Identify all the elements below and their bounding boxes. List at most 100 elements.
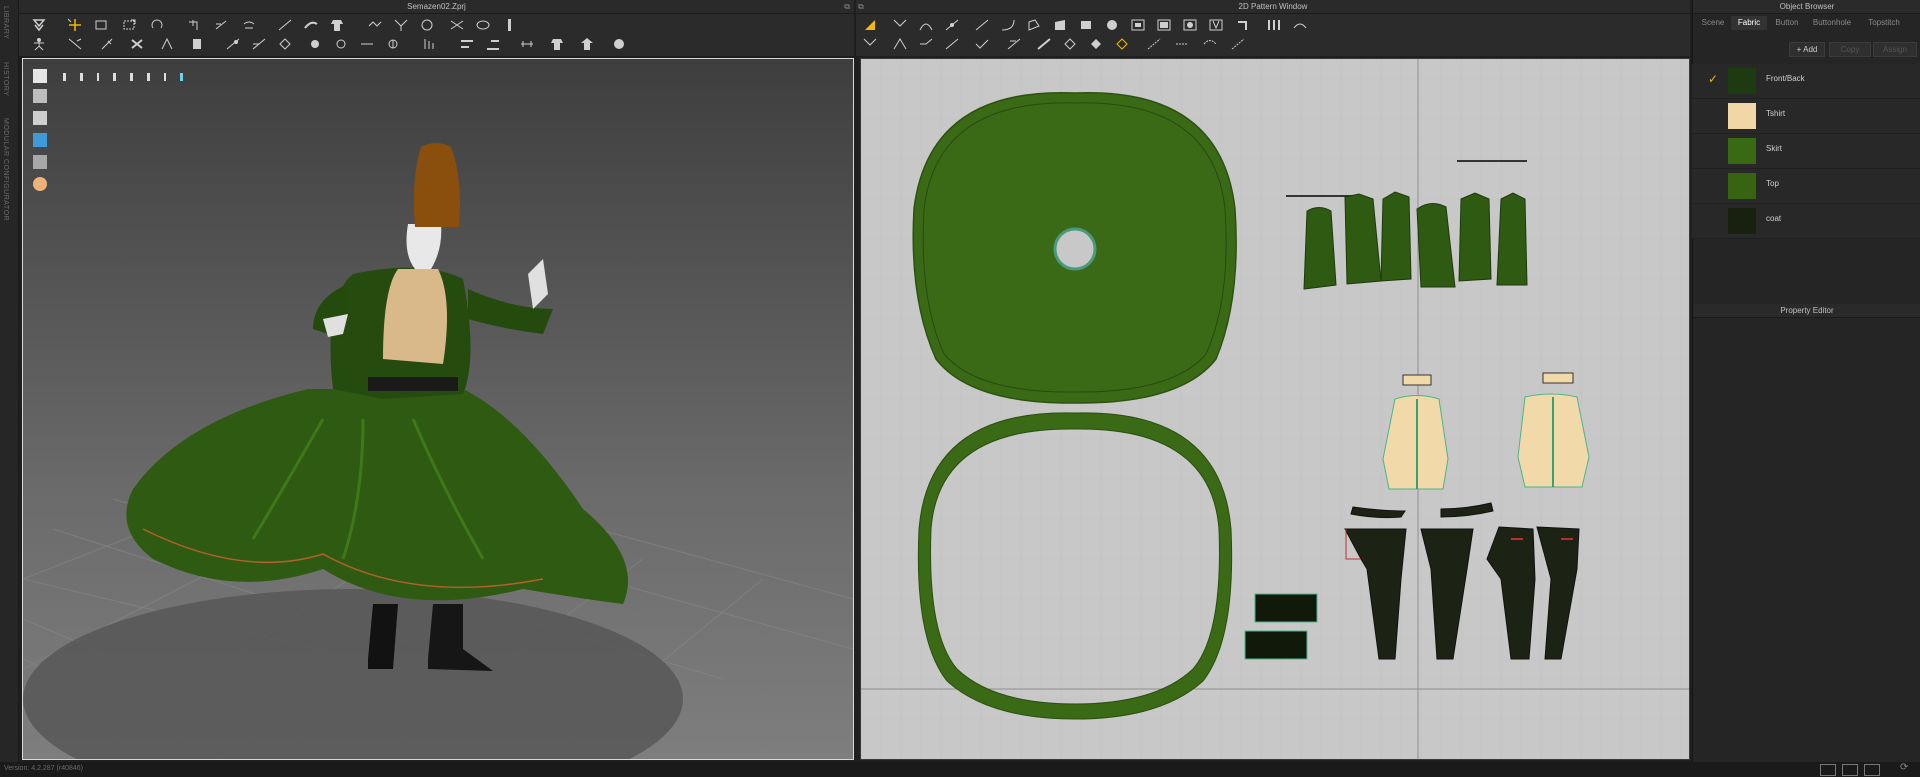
stitch-icon[interactable]	[421, 37, 437, 51]
show-texture-icon[interactable]	[33, 133, 47, 147]
history-tab[interactable]: HISTORY	[2, 62, 9, 96]
fabric-grid-icon[interactable]	[277, 37, 293, 51]
display-option-icon[interactable]	[113, 73, 116, 81]
rectangle-icon[interactable]	[1052, 18, 1068, 32]
free-topstitch-icon[interactable]	[1230, 37, 1246, 51]
edit-curvature-icon[interactable]	[918, 18, 934, 32]
fitting-icon[interactable]	[189, 37, 205, 51]
curve-point-icon[interactable]	[1000, 18, 1016, 32]
display-option-icon[interactable]	[96, 73, 100, 81]
fold-line-icon[interactable]	[1006, 37, 1022, 51]
dart-icon[interactable]	[1208, 18, 1224, 32]
pin-2-icon[interactable]	[225, 37, 241, 51]
select-mesh-icon[interactable]	[31, 18, 47, 32]
scissors-icon[interactable]	[449, 18, 465, 32]
fabric-row-coat[interactable]: coat	[1692, 204, 1920, 239]
fabric-row-top[interactable]: Top	[1692, 169, 1920, 204]
display-option-icon[interactable]	[130, 73, 133, 81]
topstitch-icon[interactable]	[359, 37, 375, 51]
hanger-icon[interactable]	[549, 37, 565, 51]
fold-icon[interactable]	[187, 18, 203, 32]
free-sewing-icon[interactable]	[918, 37, 934, 51]
pin-icon[interactable]	[213, 18, 229, 32]
polygon-icon[interactable]	[1026, 18, 1042, 32]
align-icon[interactable]	[459, 37, 475, 51]
show-shirt-icon[interactable]	[33, 89, 47, 103]
display-option-icon[interactable]	[63, 73, 66, 81]
sew-icon[interactable]	[393, 18, 409, 32]
modular-configurator-tab[interactable]: MODULAR CONFIGURATOR	[2, 118, 9, 221]
undock-icon[interactable]: ⧉	[844, 0, 850, 13]
pleat-icon[interactable]	[1266, 18, 1282, 32]
undock-icon[interactable]: ⧉	[858, 0, 864, 13]
square-icon[interactable]	[1078, 18, 1094, 32]
ruler-icon[interactable]	[501, 18, 517, 32]
fabric-row-front-back[interactable]: ✓ Front/Back	[1692, 64, 1920, 99]
tape-icon[interactable]	[419, 18, 435, 32]
internal-rect-icon[interactable]	[1156, 18, 1172, 32]
add-fabric-button[interactable]: + Add	[1789, 42, 1825, 57]
mark-point-icon[interactable]	[1114, 37, 1130, 51]
piping-icon[interactable]	[485, 37, 501, 51]
fold-arrange-icon[interactable]	[1292, 18, 1308, 32]
rotate-icon[interactable]	[149, 18, 165, 32]
display-option-icon[interactable]	[146, 73, 150, 81]
move-icon[interactable]	[67, 18, 83, 32]
display-option-icon[interactable]	[163, 73, 167, 81]
shirt-tool-icon[interactable]	[329, 18, 345, 32]
circle-icon[interactable]	[1104, 18, 1120, 32]
show-avatar-icon[interactable]	[33, 111, 47, 125]
zip-icon[interactable]	[367, 18, 383, 32]
show-floor-icon[interactable]	[33, 155, 47, 169]
pattern-2d-view[interactable]	[860, 58, 1690, 760]
assign-fabric-button[interactable]: Assign	[1873, 42, 1917, 57]
refresh-icon[interactable]: ⟳	[1900, 762, 1908, 773]
arrange-icon[interactable]	[67, 37, 83, 51]
show-garment-icon[interactable]	[33, 69, 47, 83]
line-draw-icon[interactable]	[277, 18, 293, 32]
transform-pattern-icon[interactable]	[862, 18, 878, 32]
check-sewing-icon[interactable]	[974, 37, 990, 51]
layout-single-icon[interactable]	[1820, 764, 1836, 776]
library-tab[interactable]: LIBRARY	[2, 6, 9, 39]
trace-icon[interactable]	[1234, 18, 1250, 32]
pin-grid-icon[interactable]	[251, 37, 267, 51]
layout-3d-icon[interactable]	[1842, 764, 1858, 776]
button-icon[interactable]	[307, 37, 323, 51]
fabric-brush-icon[interactable]	[303, 18, 319, 32]
tab-buttonhole[interactable]: Buttonhole	[1807, 16, 1857, 30]
steam-icon[interactable]	[159, 37, 175, 51]
avatar-skin-icon[interactable]	[33, 177, 47, 191]
segment-topstitch-icon[interactable]	[1202, 37, 1218, 51]
tab-button[interactable]: Button	[1769, 16, 1805, 30]
tab-fabric[interactable]: Fabric	[1731, 16, 1767, 30]
record-icon[interactable]	[611, 37, 627, 51]
viewport-3d[interactable]	[22, 58, 854, 760]
copy-fabric-button[interactable]: Copy	[1829, 42, 1871, 57]
xray-joint-icon[interactable]	[129, 37, 145, 51]
add-point-icon[interactable]	[944, 18, 960, 32]
edit-point-icon[interactable]	[892, 18, 908, 32]
internal-circle-icon[interactable]	[1182, 18, 1198, 32]
internal-polygon-icon[interactable]	[1130, 18, 1146, 32]
tab-scene[interactable]: Scene	[1697, 16, 1729, 30]
tack-icon[interactable]	[241, 18, 257, 32]
measure-icon[interactable]	[519, 37, 535, 51]
layout-2d-icon[interactable]	[1864, 764, 1880, 776]
texture-2d-icon[interactable]	[1088, 37, 1104, 51]
measure-2d-icon[interactable]	[1146, 37, 1162, 51]
fabric-row-skirt[interactable]: Skirt	[1692, 134, 1920, 169]
segment-icon[interactable]	[974, 18, 990, 32]
garment-up-icon[interactable]	[579, 37, 595, 51]
fabric-row-tshirt[interactable]: Tshirt	[1692, 99, 1920, 134]
display-option-icon[interactable]	[79, 73, 83, 81]
tack-on-avatar-icon[interactable]	[944, 37, 960, 51]
select-box-icon[interactable]	[93, 18, 109, 32]
shape-icon[interactable]	[475, 18, 491, 32]
display-option-icon[interactable]	[180, 73, 183, 81]
transform-icon[interactable]	[121, 18, 137, 32]
tab-topstitch[interactable]: Topstitch	[1859, 16, 1909, 30]
topstitch-2d-icon[interactable]	[1174, 37, 1190, 51]
segment-sewing-icon[interactable]	[892, 37, 908, 51]
avatar-pose-icon[interactable]	[31, 37, 47, 51]
